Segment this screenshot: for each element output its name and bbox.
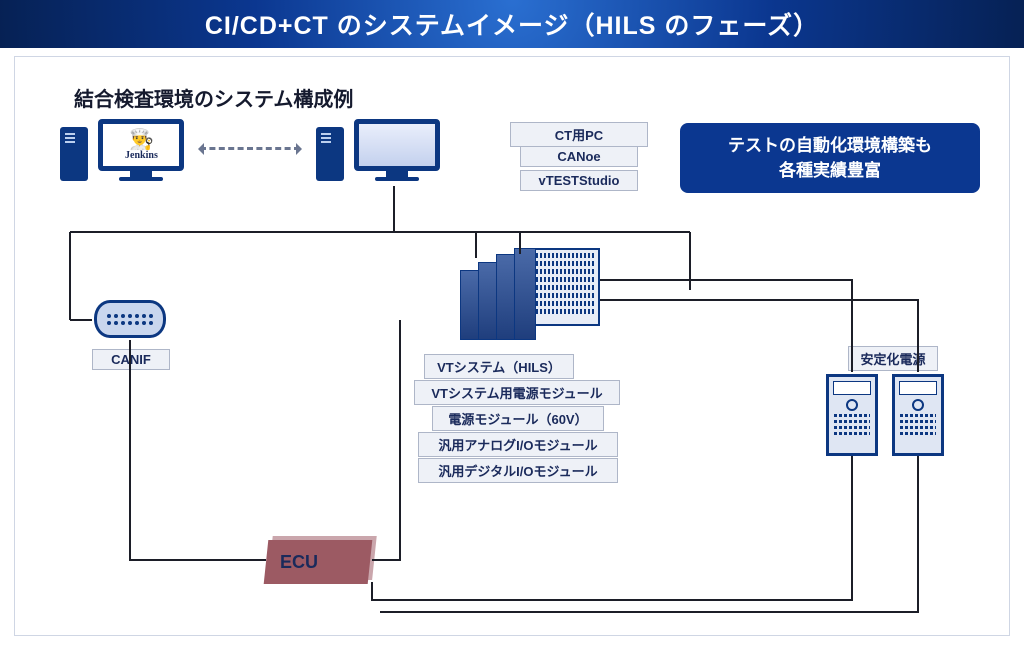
label-power-60v: 電源モジュール（60V）: [432, 406, 604, 431]
page-title-banner: CI/CD+CT のシステムイメージ（HILS のフェーズ）: [0, 0, 1024, 48]
label-vt-system: VTシステム（HILS）: [424, 354, 574, 379]
label-canif: CANIF: [92, 349, 170, 370]
ct-pc: [316, 119, 440, 181]
label-vteststudio: vTESTStudio: [520, 170, 638, 191]
pc-tower-icon: [316, 127, 344, 181]
pc-monitor-icon: [354, 119, 440, 181]
label-ct-pc: CT用PC: [510, 122, 648, 147]
canif-connector-icon: [94, 300, 166, 338]
label-analog-io: 汎用アナログI/Oモジュール: [418, 432, 618, 457]
label-digital-io: 汎用デジタルI/Oモジュール: [418, 458, 618, 483]
label-vt-power-module: VTシステム用電源モジュール: [414, 380, 620, 405]
pc-monitor-icon: 👨‍🍳 Jenkins: [98, 119, 184, 181]
page-title: CI/CD+CT のシステムイメージ（HILS のフェーズ）: [205, 6, 819, 42]
label-canoe: CANoe: [520, 146, 638, 167]
callout-line2: 各種実績豊富: [728, 158, 932, 184]
callout-line1: テストの自動化環境構築も: [728, 133, 932, 159]
subtitle: 結合検査環境のシステム構成例: [74, 83, 353, 112]
psu-icon: [892, 374, 944, 456]
label-ecu: ECU: [280, 552, 318, 573]
vt-system-rack-icon: [460, 248, 600, 340]
label-psu: 安定化電源: [848, 346, 938, 371]
jenkins-label: Jenkins: [125, 150, 158, 161]
jenkins-pc: 👨‍🍳 Jenkins: [60, 119, 184, 181]
jenkins-icon: 👨‍🍳: [129, 130, 154, 150]
pc-tower-icon: [60, 127, 88, 181]
bidirectional-arrow-icon: [200, 147, 300, 150]
info-callout: テストの自動化環境構築も 各種実績豊富: [680, 123, 980, 193]
psu-icon: [826, 374, 878, 456]
